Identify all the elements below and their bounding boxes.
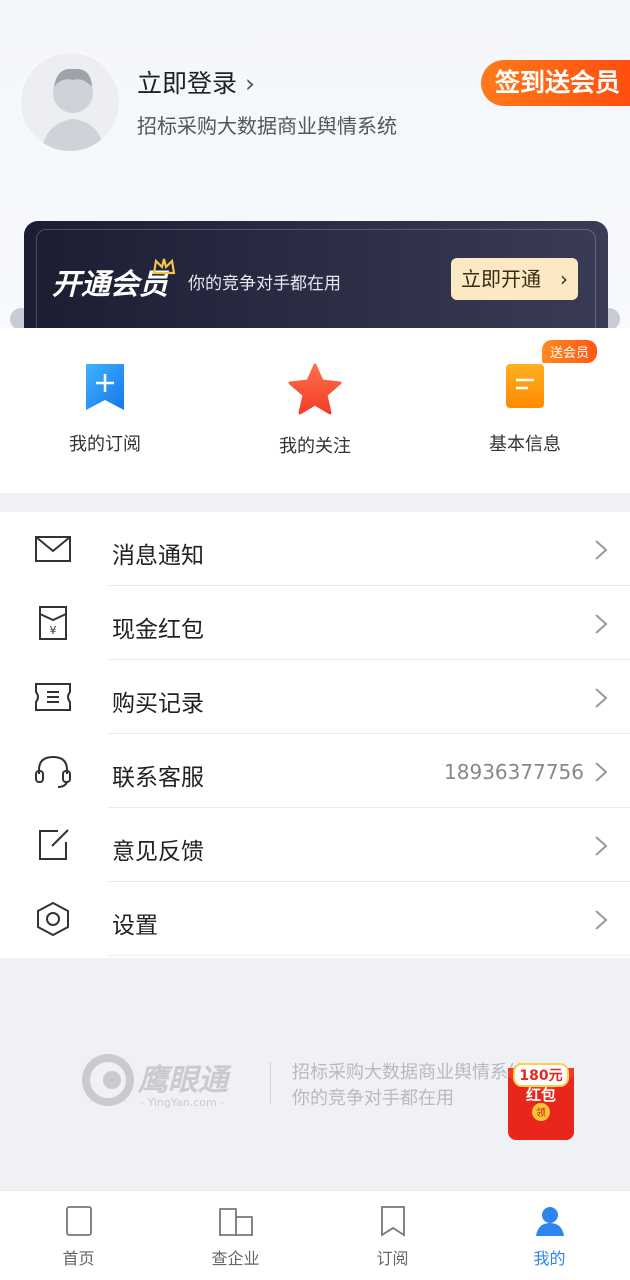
quick-label: 我的订阅 (69, 434, 141, 455)
profile-subtitle: 招标采购大数据商业舆情系统 (137, 114, 397, 138)
tab-companies[interactable]: 查企业 (157, 1191, 314, 1280)
footer-tagline-1: 招标采购大数据商业舆情系统 (292, 1062, 526, 1083)
chevron-right-icon (595, 614, 608, 634)
vip-banner[interactable]: 开通会员 你的竞争对手都在用 立即开通 › (24, 221, 608, 330)
menu-label: 现金红包 (112, 617, 204, 643)
tab-label: 首页 (62, 1249, 95, 1268)
ticket-icon (35, 683, 71, 711)
menu-label: 意见反馈 (112, 839, 204, 865)
chevron-right-icon (595, 910, 608, 930)
red-packet-icon: ¥ (39, 606, 67, 640)
quick-my-follow[interactable]: 我的关注 (210, 328, 420, 493)
menu-row-feedback[interactable]: 意见反馈 (0, 808, 630, 882)
chevron-right-icon (595, 540, 608, 560)
settings-hex-icon (37, 902, 69, 936)
menu-label: 购买记录 (112, 691, 204, 717)
home-icon (65, 1206, 92, 1236)
bookmark-plus-icon (86, 364, 124, 410)
red-packet-claim: 领 (536, 1106, 546, 1119)
edit-icon (39, 829, 69, 860)
brand-url: - YingYan.com - (140, 1096, 224, 1109)
menu-row-customer-service[interactable]: 联系客服 18936377756 (0, 734, 630, 808)
info-card-icon (506, 364, 544, 408)
red-packet-gift-icon: 180元 红包 领 (508, 1063, 574, 1140)
menu-row-notifications[interactable]: 消息通知 (0, 512, 630, 586)
vip-open-button[interactable]: 立即开通 › (451, 258, 578, 300)
quick-basic-info[interactable]: 基本信息 (420, 328, 630, 493)
vip-slogan: 你的竞争对手都在用 (188, 274, 341, 294)
person-icon (535, 1207, 564, 1236)
tab-label: 订阅 (376, 1249, 409, 1268)
tab-label: 查企业 (211, 1249, 260, 1268)
divider (108, 955, 630, 956)
login-label: 立即登录 (137, 69, 238, 98)
menu-label: 联系客服 (112, 765, 204, 791)
send-vip-badge: 送会员 (542, 340, 598, 363)
quick-label: 基本信息 (489, 434, 561, 455)
building-icon (218, 1208, 253, 1236)
vip-title: 开通会员 (52, 267, 169, 301)
chevron-right-icon (595, 688, 608, 708)
brand-logo: 鹰眼通 - YingYan.com - (82, 1052, 252, 1116)
chevron-right-icon: › (245, 69, 256, 98)
chevron-right-icon (595, 762, 608, 782)
signin-reward-button[interactable]: 签到送会员 (480, 60, 630, 106)
vip-open-label: 立即开通 (461, 267, 541, 291)
settings-menu: 消息通知 ¥ 现金红包 购买记录 联系客服 18936377756 意见反馈 设… (0, 512, 630, 958)
tab-mine[interactable]: 我的 (471, 1191, 628, 1280)
red-packet-amount: 180元 (519, 1068, 562, 1084)
menu-row-settings[interactable]: 设置 (0, 882, 630, 956)
footer-tagline-2: 你的竞争对手都在用 (292, 1088, 454, 1109)
star-icon (288, 363, 342, 415)
login-link[interactable]: 立即登录 › (137, 64, 255, 100)
footer-divider (270, 1062, 271, 1104)
headset-icon (35, 755, 71, 788)
menu-label: 设置 (112, 913, 158, 939)
tab-subscription[interactable]: 订阅 (314, 1191, 471, 1280)
chevron-right-icon: › (560, 267, 568, 291)
service-phone[interactable]: 18936377756 (444, 760, 584, 784)
avatar[interactable] (18, 50, 122, 154)
svg-text:¥: ¥ (50, 624, 57, 637)
bottom-tab-bar: 首页 查企业 订阅 我的 (0, 1190, 630, 1280)
brand-name: 鹰眼通 (137, 1063, 233, 1098)
brand-logo-icon: 鹰眼通 - YingYan.com - (82, 1054, 233, 1109)
menu-label: 消息通知 (112, 543, 204, 569)
floating-red-packet[interactable]: 180元 红包 领 (500, 1060, 586, 1144)
red-packet-label: 红包 (526, 1086, 556, 1104)
quick-label: 我的关注 (279, 436, 351, 457)
menu-row-purchase-records[interactable]: 购买记录 (0, 660, 630, 734)
tab-home[interactable]: 首页 (0, 1191, 157, 1280)
menu-row-cash-red-packet[interactable]: ¥ 现金红包 (0, 586, 630, 660)
quick-my-subscription[interactable]: 我的订阅 (0, 328, 210, 493)
crown-icon (152, 258, 176, 275)
quick-actions: 我的订阅 我的关注 基本信息 (0, 328, 630, 493)
tab-label: 我的 (533, 1249, 566, 1268)
chevron-right-icon (595, 836, 608, 856)
mail-icon (35, 536, 71, 562)
bookmark-icon (380, 1206, 405, 1237)
